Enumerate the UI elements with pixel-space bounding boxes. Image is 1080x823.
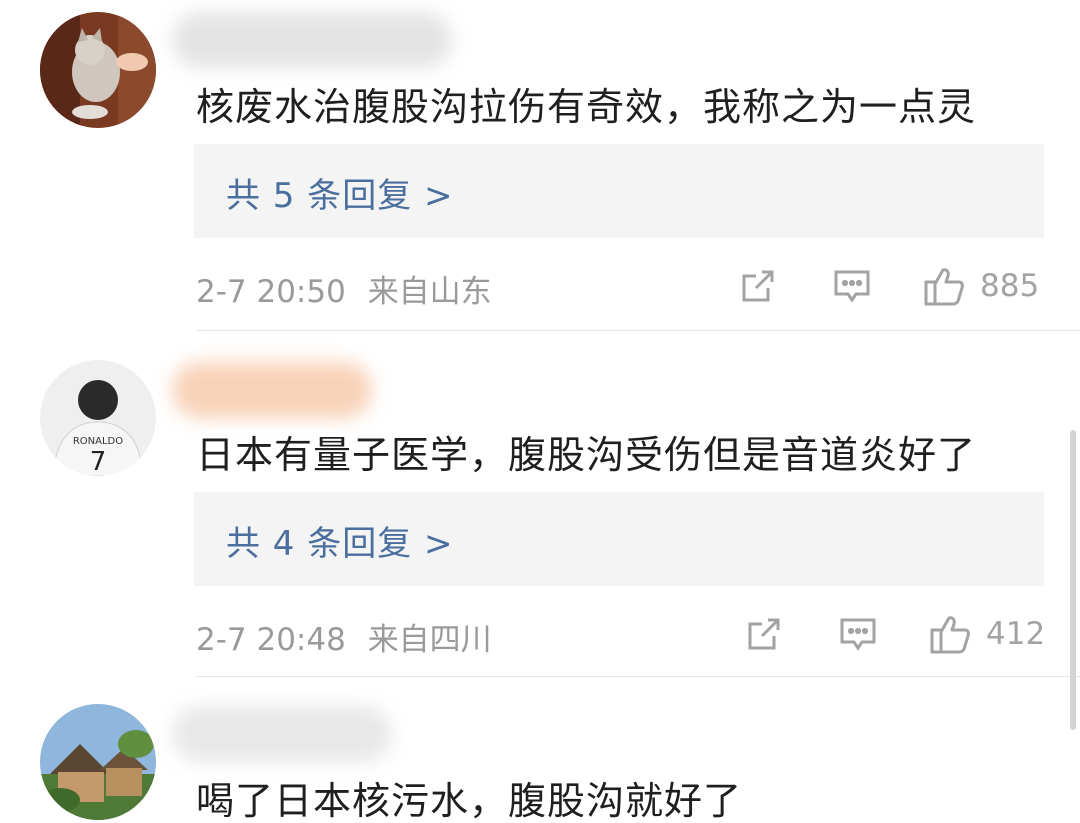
comment-date: 2-7 20:48 [196, 622, 346, 658]
username-blurred[interactable] [172, 12, 452, 68]
scrollbar[interactable] [1070, 430, 1076, 730]
comment-text: 喝了日本核污水，腹股沟就好了 [196, 779, 743, 823]
share-icon [748, 618, 780, 650]
comment-item: 喝了日本核污水，腹股沟就好了 [0, 676, 1080, 823]
view-replies-link[interactable]: 共 4 条回复 > [226, 516, 454, 565]
share-button[interactable] [744, 614, 784, 654]
comment-location: 来自四川 [367, 622, 492, 658]
comment-reply-button[interactable] [838, 614, 878, 654]
svg-text:RONALDO: RONALDO [73, 436, 123, 447]
username-blurred[interactable] [172, 362, 372, 418]
share-button[interactable] [738, 266, 778, 306]
ronaldo-jersey-avatar-icon[interactable]: RONALDO 7 [40, 360, 156, 476]
comment-text: 核废水治腹股沟拉伤有奇效，我称之为一点灵 [196, 85, 977, 129]
comment-meta: 2-7 20:48 来自四川 [196, 614, 492, 659]
comment-icon [834, 270, 870, 303]
thumbs-up-icon [924, 268, 964, 306]
comment-item: 核废水治腹股沟拉伤有奇效，我称之为一点灵 共 5 条回复 > 2-7 20:50… [0, 0, 1080, 330]
comment-reply-button[interactable] [832, 266, 872, 306]
comment-date: 2-7 20:50 [196, 274, 346, 310]
comment-item: RONALDO 7 日本有量子医学，腹股沟受伤但是音道炎好了 共 4 条回复 >… [0, 330, 1080, 675]
username-blurred[interactable] [172, 706, 392, 762]
cottage-avatar-icon[interactable] [40, 704, 156, 820]
comment-text: 日本有量子医学，腹股沟受伤但是音道炎好了 [196, 433, 977, 477]
like-button[interactable]: 412 [928, 612, 1045, 656]
replies-box[interactable]: 共 5 条回复 > [194, 144, 1044, 238]
like-button[interactable]: 885 [922, 264, 1039, 308]
like-count: 412 [986, 616, 1046, 652]
svg-text:7: 7 [90, 447, 107, 476]
view-replies-link[interactable]: 共 5 条回复 > [226, 168, 454, 217]
thumbs-up-icon [930, 616, 970, 654]
cat-avatar-icon[interactable] [40, 12, 156, 128]
like-count: 885 [980, 268, 1040, 304]
replies-box[interactable]: 共 4 条回复 > [194, 492, 1044, 586]
comment-feed: 核废水治腹股沟拉伤有奇效，我称之为一点灵 共 5 条回复 > 2-7 20:50… [0, 0, 1080, 823]
comment-icon [840, 618, 876, 651]
comment-meta: 2-7 20:50 来自山东 [196, 266, 492, 311]
comment-location: 来自山东 [367, 274, 492, 310]
share-icon [742, 270, 774, 302]
